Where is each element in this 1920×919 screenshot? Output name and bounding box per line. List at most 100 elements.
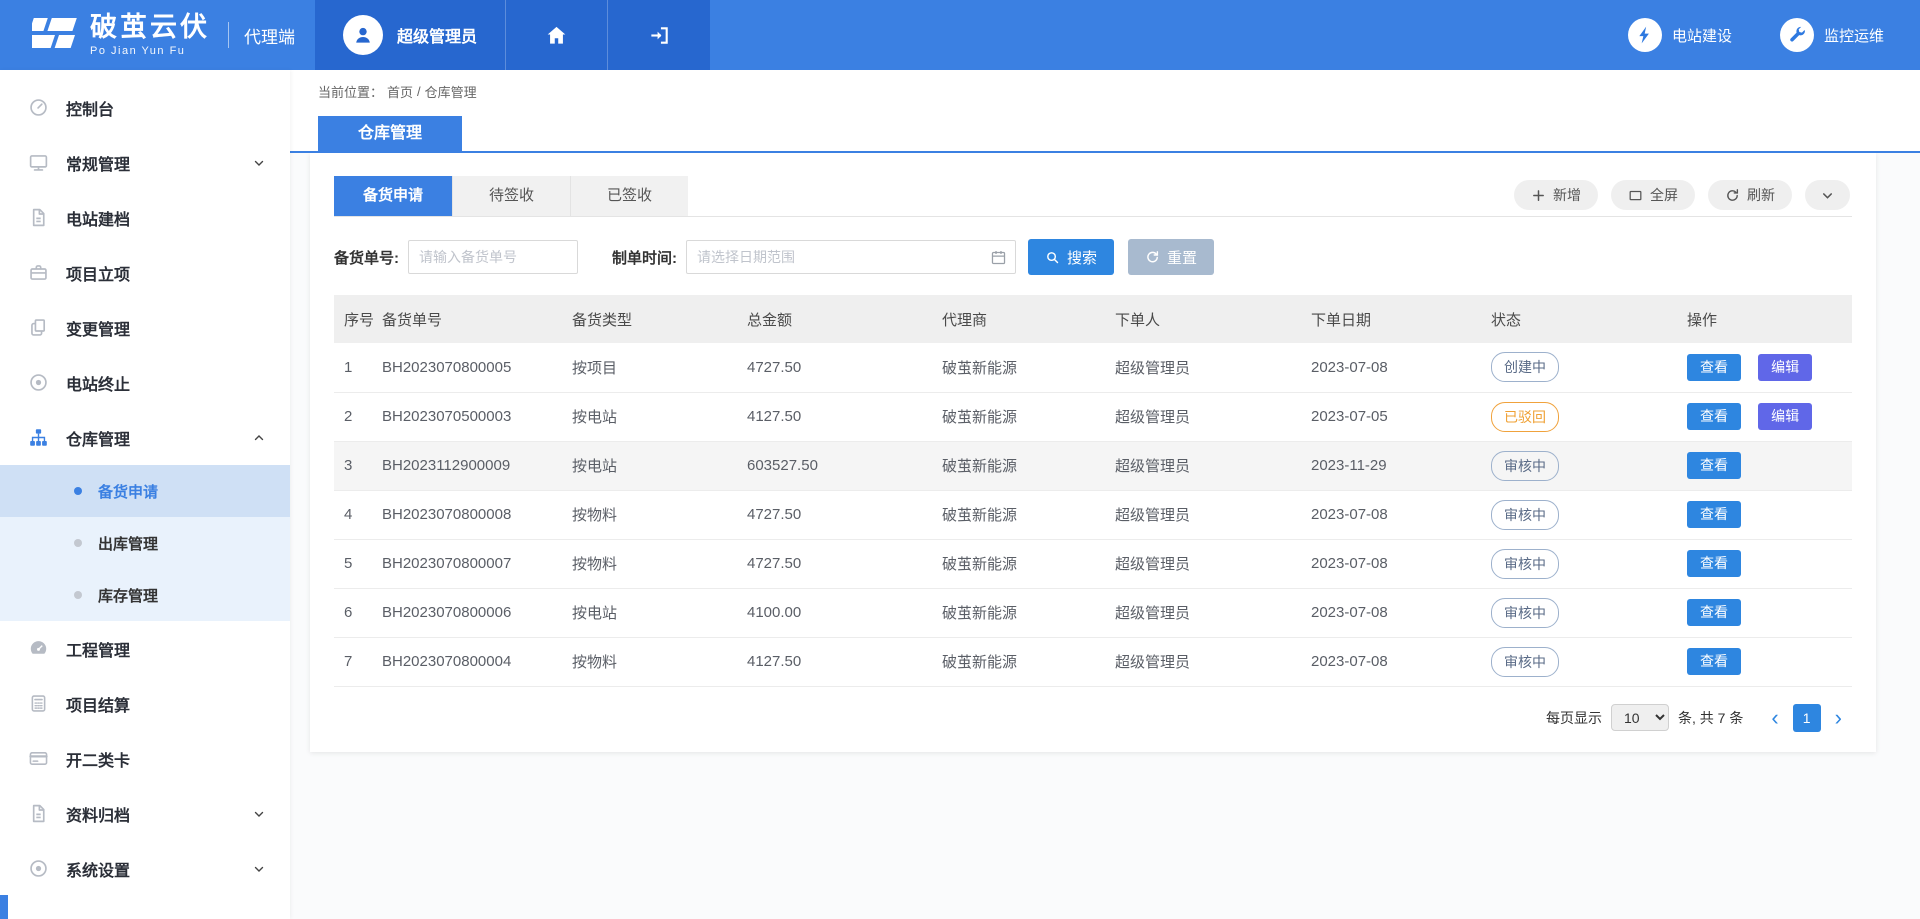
pagination: 每页显示 10 条, 共 7 条 ‹ 1 › <box>334 704 1852 732</box>
cell-date: 2023-07-08 <box>1307 490 1487 539</box>
home-button[interactable] <box>506 0 608 70</box>
sidebar-item-general-mgmt[interactable]: 常规管理 <box>0 135 290 190</box>
cell-type: 按物料 <box>568 490 743 539</box>
col-date: 下单日期 <box>1307 295 1487 343</box>
next-page-button[interactable]: › <box>1825 707 1852 729</box>
sidebar-item-station-archive[interactable]: 电站建档 <box>0 190 290 245</box>
cell-order-no: BH2023070800004 <box>378 637 568 686</box>
refresh-icon <box>1725 188 1740 203</box>
search-button[interactable]: 搜索 <box>1028 239 1114 275</box>
bullet-icon <box>74 487 82 495</box>
chevron-down-icon <box>252 862 266 876</box>
cell-order-no: BH2023070800005 <box>378 343 568 392</box>
page-number-current[interactable]: 1 <box>1793 704 1821 732</box>
view-button[interactable]: 查看 <box>1687 648 1741 675</box>
cell-type: 按电站 <box>568 588 743 637</box>
add-button[interactable]: 新增 <box>1514 180 1598 210</box>
plus-icon <box>1531 188 1546 203</box>
cell-type: 按项目 <box>568 343 743 392</box>
tab-stock-request[interactable]: 备货申请 <box>334 176 452 216</box>
fullscreen-icon <box>1628 188 1643 203</box>
sidebar-item-label: 仓库管理 <box>66 426 130 450</box>
user-menu[interactable]: 超级管理员 <box>315 0 506 70</box>
col-index: 序号 <box>334 295 378 343</box>
sidebar-item-label: 开二类卡 <box>66 747 130 771</box>
collapse-button[interactable] <box>1805 180 1850 210</box>
copy-icon <box>28 317 49 338</box>
per-page-select[interactable]: 10 <box>1611 704 1669 731</box>
col-actions: 操作 <box>1683 295 1852 343</box>
cell-agent: 破茧新能源 <box>938 588 1111 637</box>
sidebar-item-engineering-mgmt[interactable]: 工程管理 <box>0 621 290 676</box>
view-button[interactable]: 查看 <box>1687 550 1741 577</box>
view-button[interactable]: 查看 <box>1687 403 1741 430</box>
nav-monitor-ops[interactable]: 监控运维 <box>1780 18 1884 52</box>
warehouse-submenu: 备货申请 出库管理 库存管理 <box>0 465 290 621</box>
sidebar-item-warehouse-mgmt[interactable]: 仓库管理 <box>0 410 290 465</box>
archive-icon <box>28 803 49 824</box>
date-range-input[interactable] <box>686 240 1016 274</box>
submenu-item-stock-request[interactable]: 备货申请 <box>0 465 290 517</box>
view-button[interactable]: 查看 <box>1687 501 1741 528</box>
scrollbar-thumb[interactable] <box>0 895 8 919</box>
view-button[interactable]: 查看 <box>1687 599 1741 626</box>
cell-order-no: BH2023112900009 <box>378 441 568 490</box>
sidebar-item-dashboard[interactable]: 控制台 <box>0 80 290 135</box>
sidebar-item-project-settlement[interactable]: 项目结算 <box>0 676 290 731</box>
sidebar-item-data-archive[interactable]: 资料归档 <box>0 786 290 841</box>
cell-order-no: BH2023070800007 <box>378 539 568 588</box>
breadcrumb-home[interactable]: 首页 <box>387 82 413 101</box>
sidebar-item-label: 电站终止 <box>66 371 130 395</box>
tab-received[interactable]: 已签收 <box>570 176 688 216</box>
submenu-item-outbound-mgmt[interactable]: 出库管理 <box>0 517 290 569</box>
logo-icon <box>32 16 78 54</box>
monitor-icon <box>28 152 49 173</box>
table-row: 5 BH2023070800007 按物料 4727.50 破茧新能源 超级管理… <box>334 539 1852 588</box>
orders-table: 序号 备货单号 备货类型 总金额 代理商 下单人 下单日期 状态 操作 <box>334 295 1852 687</box>
cell-date: 2023-07-08 <box>1307 637 1487 686</box>
cell-index: 6 <box>334 588 378 637</box>
lightning-icon <box>1628 18 1662 52</box>
view-button[interactable]: 查看 <box>1687 354 1741 381</box>
main-area: 当前位置： 首页 / 仓库管理 仓库管理 备货申请 待签收 已签收 <box>290 70 1920 919</box>
fullscreen-button[interactable]: 全屏 <box>1611 180 1695 210</box>
status-badge: 审核中 <box>1491 549 1559 579</box>
status-badge: 审核中 <box>1491 500 1559 530</box>
cell-agent: 破茧新能源 <box>938 539 1111 588</box>
cell-orderer: 超级管理员 <box>1111 441 1307 490</box>
table-row: 4 BH2023070800008 按物料 4727.50 破茧新能源 超级管理… <box>334 490 1852 539</box>
cell-date: 2023-07-08 <box>1307 343 1487 392</box>
edit-button[interactable]: 编辑 <box>1758 354 1812 381</box>
refresh-button[interactable]: 刷新 <box>1708 180 1792 210</box>
table-row: 6 BH2023070800006 按电站 4100.00 破茧新能源 超级管理… <box>334 588 1852 637</box>
edit-button[interactable]: 编辑 <box>1758 403 1812 430</box>
search-form: 备货单号: 制单时间: 搜 <box>334 239 1852 275</box>
view-button[interactable]: 查看 <box>1687 452 1741 479</box>
sidebar-item-station-termination[interactable]: 电站终止 <box>0 355 290 410</box>
sidebar-item-project-initiation[interactable]: 项目立项 <box>0 245 290 300</box>
prev-page-button[interactable]: ‹ <box>1761 707 1788 729</box>
add-button-label: 新增 <box>1553 185 1581 205</box>
cell-order-no: BH2023070800008 <box>378 490 568 539</box>
sidebar-item-change-mgmt[interactable]: 变更管理 <box>0 300 290 355</box>
cell-orderer: 超级管理员 <box>1111 343 1307 392</box>
nav-station-build[interactable]: 电站建设 <box>1628 18 1732 52</box>
col-orderer: 下单人 <box>1111 295 1307 343</box>
sidebar-item-class2-card[interactable]: 开二类卡 <box>0 731 290 786</box>
page-tab-warehouse[interactable]: 仓库管理 <box>318 116 462 151</box>
order-no-input[interactable] <box>408 240 578 274</box>
cell-index: 1 <box>334 343 378 392</box>
sidebar-item-label: 控制台 <box>66 96 114 120</box>
cell-date: 2023-07-05 <box>1307 392 1487 441</box>
tab-pending-receipt[interactable]: 待签收 <box>452 176 570 216</box>
sidebar-item-system-settings[interactable]: 系统设置 <box>0 841 290 896</box>
total-count: 条, 共 7 条 <box>1678 708 1743 728</box>
logout-button[interactable] <box>608 0 710 70</box>
submenu-item-inventory-mgmt[interactable]: 库存管理 <box>0 569 290 621</box>
cell-amount: 4727.50 <box>743 490 938 539</box>
card-icon <box>28 748 49 769</box>
avatar <box>343 15 383 55</box>
col-type: 备货类型 <box>568 295 743 343</box>
cell-amount: 4127.50 <box>743 392 938 441</box>
reset-button[interactable]: 重置 <box>1128 239 1214 275</box>
